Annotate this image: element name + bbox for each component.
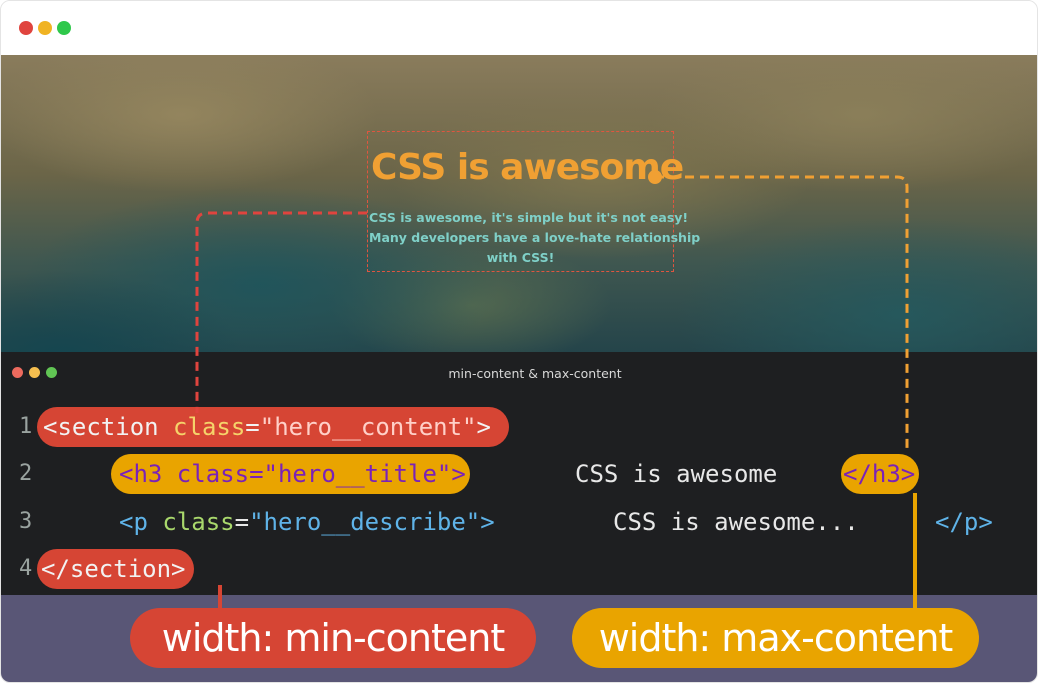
line-number: 4 [19, 556, 33, 581]
code-line-1: 1 <section class="hero__content"> [1, 407, 1037, 447]
window-titlebar [1, 1, 1037, 55]
line-number: 1 [19, 414, 33, 439]
hero-section: CSS is awesome CSS is awesome, it's simp… [1, 55, 1037, 353]
code-line-3: 3 <p class="hero__describe"> CSS is awes… [1, 502, 1037, 542]
code-line-4: 4 </section> [1, 549, 1037, 589]
p-text: CSS is awesome... [613, 508, 859, 536]
hero-description-line: CSS is awesome, it's simple but it's not… [369, 210, 689, 225]
h3-close-tag: </h3> [841, 454, 920, 494]
line-number: 2 [19, 461, 33, 486]
hero-description-line: with CSS! [486, 250, 555, 265]
maximize-window-dot[interactable] [57, 21, 71, 35]
h3-text: CSS is awesome [575, 460, 778, 488]
editor-title: min-content & max-content [448, 366, 622, 381]
p-close-tag: </p> [935, 508, 993, 536]
label-area: width: min-content width: max-content [1, 595, 1037, 682]
hero-description: CSS is awesome, it's simple but it's not… [369, 208, 701, 268]
line-number: 3 [19, 509, 33, 534]
h3-open-tag: <h3 class="hero__title"> [111, 454, 470, 494]
section-close-tag: </section> [37, 549, 194, 589]
min-content-label: width: min-content [130, 608, 536, 668]
code-editor: min-content & max-content 1 <section cla… [1, 352, 1037, 596]
max-content-label: width: max-content [572, 608, 979, 668]
p-open-tag: <p class="hero__describe"> [119, 508, 495, 536]
section-open-tag: <section class="hero__content"> [37, 407, 509, 447]
hero-title: CSS is awesome [371, 147, 684, 188]
code-line-2: 2 <h3 class="hero__title"> CSS is awesom… [1, 454, 1037, 494]
close-window-dot[interactable] [19, 21, 33, 35]
minimize-window-dot[interactable] [38, 21, 52, 35]
app-window: CSS is awesome CSS is awesome, it's simp… [0, 0, 1038, 683]
hero-description-line: Many developers have a love-hate relatio… [369, 230, 701, 245]
